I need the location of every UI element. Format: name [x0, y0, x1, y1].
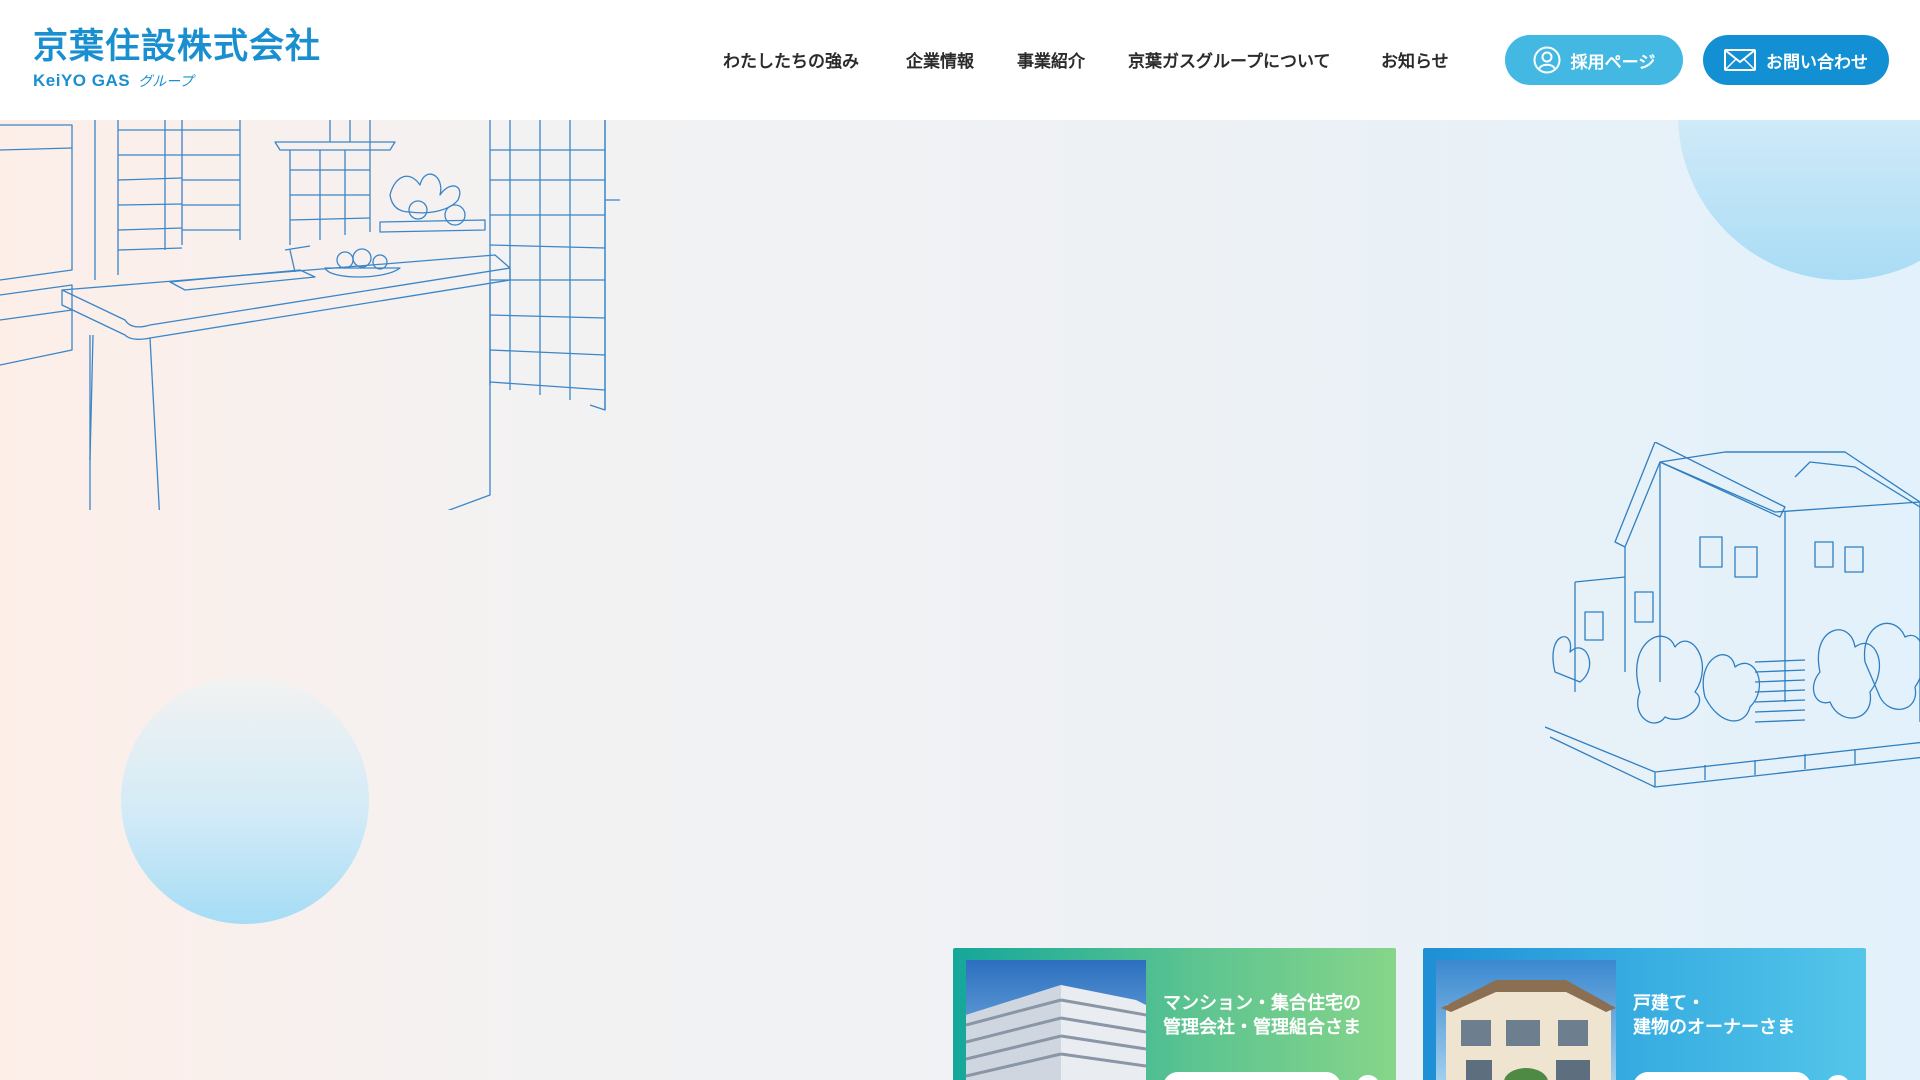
person-icon [1533, 46, 1561, 74]
decorative-circle-top [1678, 120, 1920, 280]
card-mansion-arrow-circle[interactable] [1356, 1075, 1380, 1080]
card-house-title-line2: 建物のオーナーさま [1633, 1017, 1795, 1038]
site-header: 京葉住設株式会社 KeiYO GAS グループ わたしたちの強み 企業情報 事業… [0, 0, 1920, 120]
recruit-button-label: 採用ページ [1570, 52, 1656, 73]
mail-icon [1724, 49, 1756, 71]
logo-subline: KeiYO GAS グループ [33, 71, 321, 91]
nav-item-news[interactable]: お知らせ [1381, 47, 1449, 72]
hero-section: マンション・集合住宅の 管理会社・管理組合さま 戸建て・ 建物のオーナーさま [0, 120, 1920, 1080]
card-house-arrow-circle[interactable] [1826, 1075, 1850, 1080]
logo-brand: KeiYO GAS [33, 71, 131, 90]
nav-item-company[interactable]: 企業情報 [906, 47, 974, 72]
detached-house-photo [1436, 960, 1616, 1080]
house-illustration [1545, 442, 1920, 788]
card-mansion-title: マンション・集合住宅の 管理会社・管理組合さま [1163, 992, 1361, 1040]
nav-item-strengths[interactable]: わたしたちの強み [723, 47, 859, 72]
apartment-building-photo [966, 960, 1146, 1080]
recruit-page-button[interactable]: 採用ページ [1505, 35, 1683, 85]
card-house-title-line1: 戸建て・ [1633, 993, 1705, 1014]
nav-item-business[interactable]: 事業紹介 [1017, 47, 1085, 72]
contact-button-label: お問い合わせ [1766, 52, 1868, 73]
nav-item-group[interactable]: 京葉ガスグループについて [1128, 47, 1330, 72]
contact-button[interactable]: お問い合わせ [1703, 35, 1889, 85]
card-mansion-management[interactable]: マンション・集合住宅の 管理会社・管理組合さま [953, 948, 1396, 1080]
card-mansion-title-line1: マンション・集合住宅の [1163, 993, 1361, 1014]
card-house-owner[interactable]: 戸建て・ 建物のオーナーさま [1423, 948, 1866, 1080]
card-mansion-title-line2: 管理会社・管理組合さま [1163, 1017, 1361, 1038]
card-mansion-more-pill[interactable] [1163, 1072, 1341, 1080]
card-house-title: 戸建て・ 建物のオーナーさま [1633, 992, 1795, 1040]
decorative-circle-left [121, 676, 369, 924]
kitchen-illustration [0, 120, 620, 510]
logo-group-label: グループ [138, 74, 194, 90]
card-house-more-pill[interactable] [1633, 1072, 1811, 1080]
